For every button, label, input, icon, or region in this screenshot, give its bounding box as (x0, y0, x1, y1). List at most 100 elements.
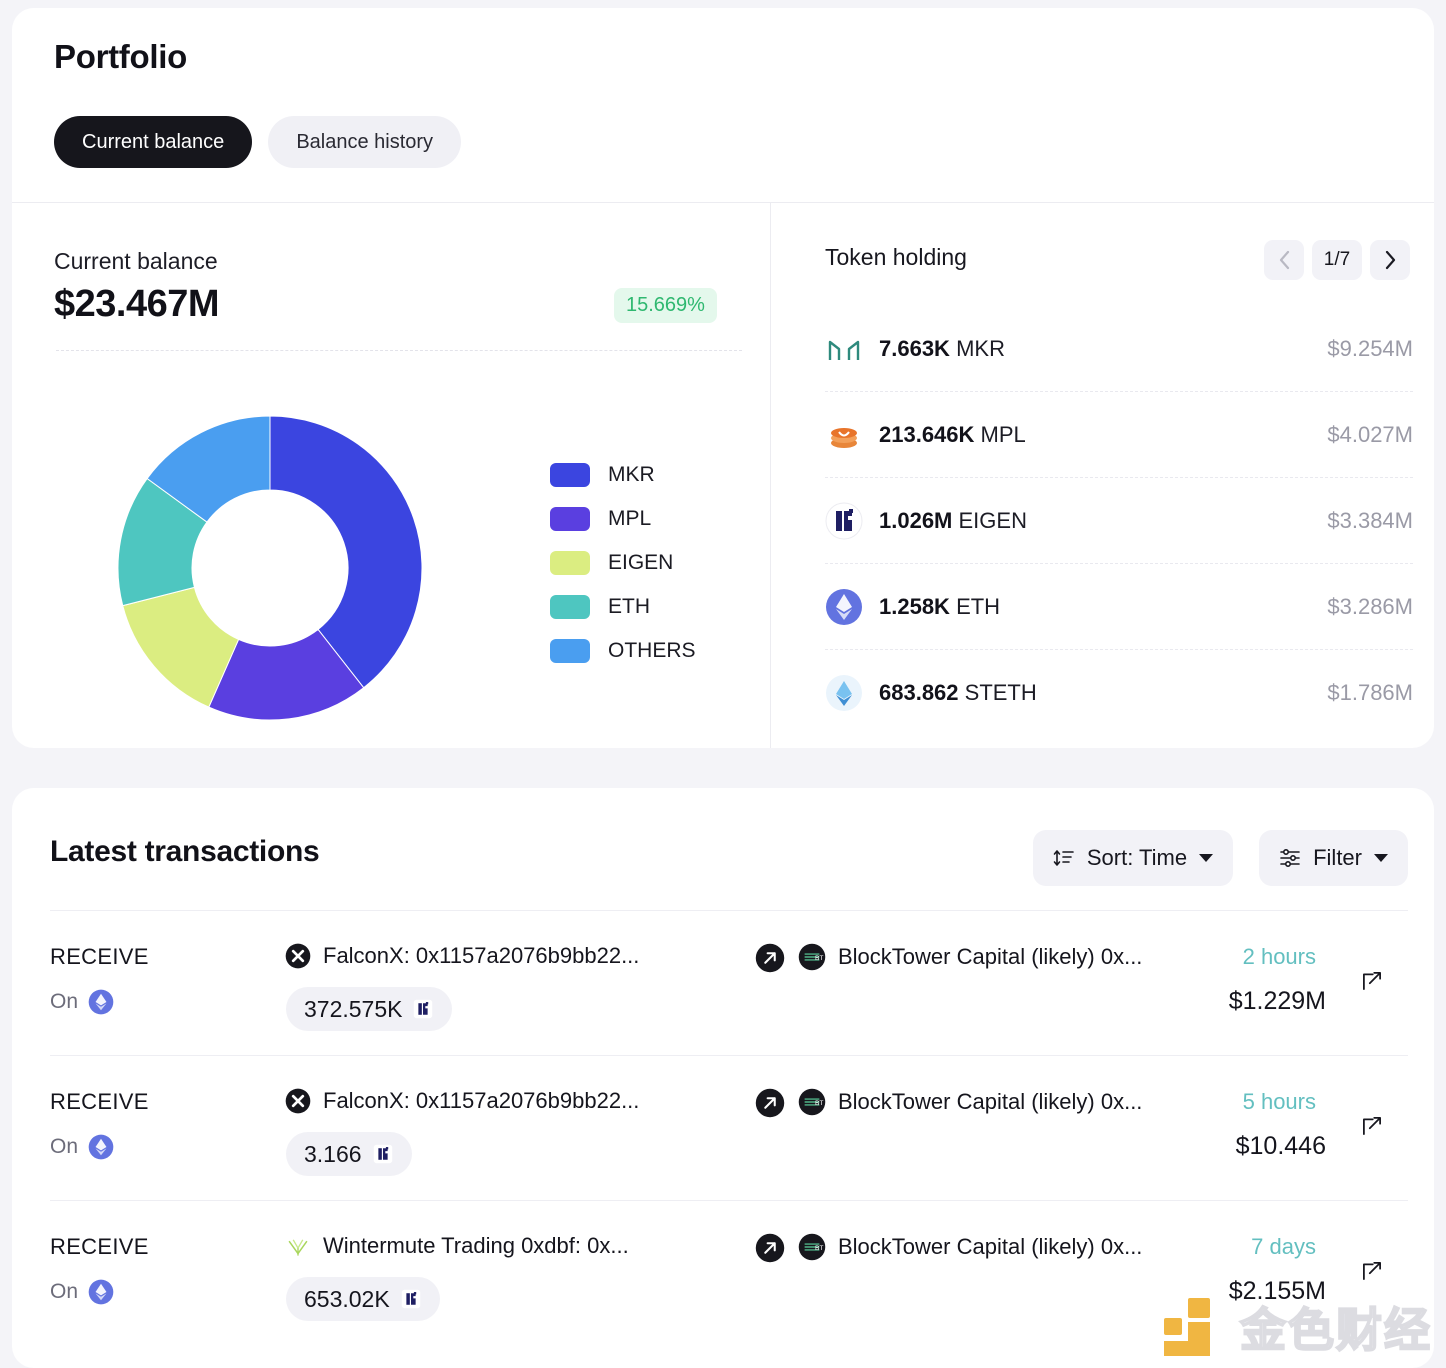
legend-swatch-icon (550, 639, 590, 663)
svg-text:BT: BT (815, 1100, 823, 1107)
token-holding-row[interactable]: 1.026M EIGEN $3.384M (825, 478, 1413, 564)
token-icon-wrapper (825, 674, 863, 712)
open-transaction-external-button[interactable] (1358, 967, 1386, 1000)
chevron-left-icon (1279, 250, 1289, 270)
legend-swatch-icon (550, 551, 590, 575)
blocktower-icon: BT (798, 1233, 826, 1261)
token-amount: 1.258K ETH (879, 593, 1001, 619)
transaction-to-label: BlockTower Capital (likely) 0x... (838, 1089, 1143, 1114)
donut-svg (117, 415, 423, 721)
token-holding-row[interactable]: 7.663K MKR $9.254M (825, 306, 1413, 392)
open-transaction-external-button[interactable] (1358, 1112, 1386, 1145)
portfolio-tabs: Current balance Balance history (54, 116, 462, 168)
prev-page-button[interactable] (1264, 240, 1304, 280)
chevron-right-icon (1385, 250, 1395, 270)
svg-text:BT: BT (815, 1245, 823, 1252)
transactions-list: RECEIVE On FalconX: 0x1157a2076b9bb22... 37… (50, 910, 1408, 1345)
token-icon-wrapper (825, 416, 863, 454)
transaction-amount-value: 372.575K (304, 995, 403, 1022)
legend-swatch-icon (550, 595, 590, 619)
legend-item-mpl: MPL (550, 507, 696, 531)
transaction-from-label: Wintermute Trading 0xdbf: 0x... (323, 1233, 629, 1258)
transaction-time: 5 hours (1242, 1089, 1316, 1114)
token-amount: 1.026M EIGEN (879, 507, 1027, 533)
transaction-direction-arrow (755, 943, 785, 978)
current-balance-value: $23.467M (54, 283, 220, 325)
filter-label: Filter (1313, 845, 1362, 870)
tab-balance-history[interactable]: Balance history (268, 116, 462, 168)
transaction-from[interactable]: FalconX: 0x1157a2076b9bb22... (285, 943, 639, 969)
transaction-amount-value: 653.02K (304, 1285, 390, 1312)
page-title: Portfolio (54, 38, 187, 75)
legend-item-eth: ETH (550, 595, 696, 619)
transaction-amount-pill: 3.166 (286, 1132, 412, 1176)
sort-icon (1053, 850, 1074, 866)
svg-text:BT: BT (815, 955, 823, 962)
token-usd-value: $3.384M (1327, 507, 1413, 533)
portfolio-donut-chart (112, 406, 432, 731)
token-holding-row[interactable]: 213.646K MPL $4.027M (825, 392, 1413, 478)
token-holding-list: 7.663K MKR $9.254M 213.646K MPL $4.027M 1.02… (825, 306, 1413, 736)
token-holding-row[interactable]: 1.258K ETH $3.286M (825, 564, 1413, 650)
portfolio-page: Portfolio Current balance Balance histor… (0, 0, 1446, 1368)
legend-item-others: OTHERS (550, 639, 696, 663)
token-icon-wrapper (825, 588, 863, 626)
transaction-chain: On (50, 1134, 114, 1160)
transaction-from[interactable]: FalconX: 0x1157a2076b9bb22... (285, 1088, 639, 1114)
transaction-row[interactable]: RECEIVE On FalconX: 0x1157a2076b9bb22... 37… (50, 910, 1408, 1055)
external-link-icon (1363, 1262, 1381, 1280)
filter-dropdown[interactable]: Filter (1259, 830, 1408, 886)
token-holding-row[interactable]: 683.862 STETH $1.786M (825, 650, 1413, 736)
transaction-to[interactable]: BT BlockTower Capital (likely) 0x... (798, 1088, 1142, 1116)
transaction-from[interactable]: Wintermute Trading 0xdbf: 0x... (285, 1233, 629, 1259)
tab-current-balance[interactable]: Current balance (54, 116, 253, 168)
blocktower-icon: BT (798, 1088, 826, 1116)
header-divider (12, 202, 1434, 203)
transaction-row[interactable]: RECEIVE On Wintermute Trading 0xdbf: 0x...… (50, 1200, 1408, 1345)
donut-legend: MKR MPL EIGEN ETH OTHERS (550, 463, 696, 663)
transaction-time: 2 hours (1242, 944, 1316, 969)
arrow-up-right-circle-icon (755, 943, 785, 973)
mkr-icon (828, 340, 860, 360)
eigen-badge-icon (401, 1289, 420, 1309)
token-amount: 683.862 STETH (879, 680, 1037, 705)
transaction-amount-value: 3.166 (304, 1140, 362, 1167)
eth-icon (826, 588, 862, 625)
wintermute-icon (288, 1239, 308, 1256)
balance-divider (56, 350, 742, 351)
transaction-amount-pill: 653.02K (286, 1277, 440, 1321)
transaction-direction-arrow (755, 1088, 785, 1123)
transaction-from-label: FalconX: 0x1157a2076b9bb22... (323, 1088, 640, 1113)
legend-swatch-icon (550, 507, 590, 531)
transaction-to-label: BlockTower Capital (likely) 0x... (838, 1234, 1143, 1259)
transaction-to[interactable]: BT BlockTower Capital (likely) 0x... (798, 1233, 1142, 1261)
on-label: On (50, 1280, 79, 1303)
token-icon-wrapper (825, 330, 863, 368)
transaction-to-label: BlockTower Capital (likely) 0x... (838, 944, 1143, 969)
transaction-usd-value: $2.155M (1228, 1277, 1326, 1305)
transaction-row[interactable]: RECEIVE On FalconX: 0x1157a2076b9bb22... 3.… (50, 1055, 1408, 1200)
eigen-badge-icon (373, 1144, 392, 1164)
token-holding-title: Token holding (825, 244, 967, 270)
transaction-from-label: FalconX: 0x1157a2076b9bb22... (323, 943, 640, 968)
current-balance-label: Current balance (54, 248, 218, 274)
portfolio-card: Portfolio Current balance Balance histor… (12, 8, 1434, 748)
transaction-direction: RECEIVE (50, 1234, 149, 1259)
ethereum-icon (88, 1279, 114, 1305)
legend-label: ETH (608, 595, 650, 618)
token-usd-value: $4.027M (1327, 421, 1413, 447)
open-transaction-external-button[interactable] (1358, 1257, 1386, 1290)
sort-dropdown[interactable]: Sort: Time (1032, 830, 1234, 886)
eigen-badge-icon (414, 999, 433, 1019)
token-amount: 213.646K MPL (879, 421, 1026, 447)
token-usd-value: $1.786M (1327, 680, 1413, 705)
steth-icon (826, 675, 862, 711)
legend-label: MPL (608, 507, 652, 530)
legend-label: OTHERS (608, 639, 696, 662)
next-page-button[interactable] (1370, 240, 1410, 280)
transaction-chain: On (50, 1279, 114, 1305)
ethereum-icon (88, 989, 114, 1015)
balance-change-badge: 15.669% (614, 288, 717, 323)
transaction-to[interactable]: BT BlockTower Capital (likely) 0x... (798, 943, 1142, 971)
page-indicator: 1/7 (1312, 240, 1362, 280)
